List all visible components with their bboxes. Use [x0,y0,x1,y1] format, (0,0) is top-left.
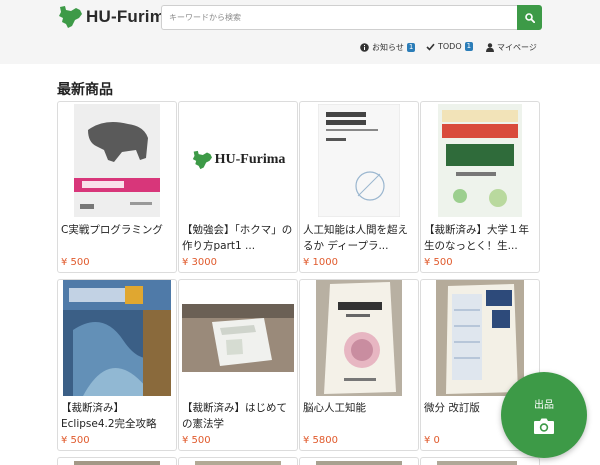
book-cover-c-programming [74,103,160,217]
product-price: ¥ 500 [182,435,211,446]
book-cover-biology [438,103,522,217]
hokkaido-logo-icon [59,6,82,28]
section-title: 最新商品 [57,82,113,98]
book-cover-eclipse [63,280,171,396]
header: HU-Furima お知らせ 1 TODO 1 マイページ [0,0,600,64]
product-title: 【裁断済み】Eclipse4.2完全攻略 [61,402,157,430]
notice-count-badge: 1 [406,43,416,52]
book-photo-brain-ai [316,280,402,396]
nav-todo-label: TODO [438,42,462,51]
product-thumbnail: HU-Furima [179,102,297,218]
search-button[interactable] [517,5,542,30]
logo[interactable]: HU-Furima [57,4,175,30]
product-thumbnail [300,280,418,396]
search-icon [524,12,535,23]
nav-notice-label: お知らせ [372,43,404,52]
product-title: 脳心人工知能 [303,402,366,414]
product-thumbnail [300,102,418,218]
sell-button-label: 出品 [534,399,554,411]
product-price: ¥ 500 [424,257,453,268]
product-price: ¥ 500 [61,435,90,446]
nav-mypage[interactable]: マイページ [486,42,537,53]
camera-icon [534,418,554,434]
book-cover-ai [318,103,400,217]
nav-todo[interactable]: TODO 1 [426,42,474,51]
book-photo-calculus [436,280,524,396]
product-title: 人工知能は人間を超えるか ディープラ... [303,224,408,252]
product-thumbnail [437,461,517,465]
product-card[interactable] [178,457,298,465]
product-card[interactable]: 【裁断済み】はじめての憲法学 ¥ 500 [178,279,298,451]
nav-mypage-label: マイページ [497,43,537,52]
product-thumbnail [421,102,539,218]
hokkaido-logo-icon [192,150,212,170]
product-price: ¥ 1000 [303,257,338,268]
product-thumbnail [179,280,297,396]
thumb-logo-text: HU-Furima [214,152,286,167]
product-price: ¥ 3000 [182,257,217,268]
product-thumbnail [58,102,176,218]
product-thumbnail [58,280,176,396]
product-thumbnail [316,461,402,465]
product-price: ¥ 0 [424,435,440,446]
product-card[interactable] [57,457,177,465]
book-photo-constitution [182,304,294,372]
product-price: ¥ 5800 [303,435,338,446]
product-card[interactable]: 脳心人工知能 ¥ 5800 [299,279,419,451]
product-title: 【勉強会】「ホクマ」の作り方part1 ... [182,224,293,252]
user-icon [486,43,494,52]
product-title: 【裁断済み】大学１年生のなっとく！生... [424,224,529,252]
sell-button[interactable]: 出品 [501,372,587,458]
product-card[interactable]: 【裁断済み】Eclipse4.2完全攻略 ¥ 500 [57,279,177,451]
todo-count-badge: 1 [464,42,474,51]
product-card[interactable]: HU-Furima 【勉強会】「ホクマ」の作り方part1 ... ¥ 3000 [178,101,298,273]
product-card[interactable]: 人工知能は人間を超えるか ディープラ... ¥ 1000 [299,101,419,273]
search-input[interactable] [161,5,517,30]
product-title: 【裁断済み】はじめての憲法学 [182,402,287,430]
nav-notice[interactable]: お知らせ 1 [360,42,416,53]
product-thumbnail [74,461,160,465]
product-title: C実戦プログラミング [61,224,163,236]
product-price: ¥ 500 [61,257,90,268]
product-card[interactable]: 【裁断済み】大学１年生のなっとく！生... ¥ 500 [420,101,540,273]
product-card[interactable] [420,457,540,465]
info-icon [360,43,369,52]
product-thumbnail [195,461,281,465]
hu-furima-logo-image: HU-Furima [191,150,286,170]
product-card[interactable] [299,457,419,465]
check-icon [426,43,435,51]
product-card[interactable]: C実戦プログラミング ¥ 500 [57,101,177,273]
